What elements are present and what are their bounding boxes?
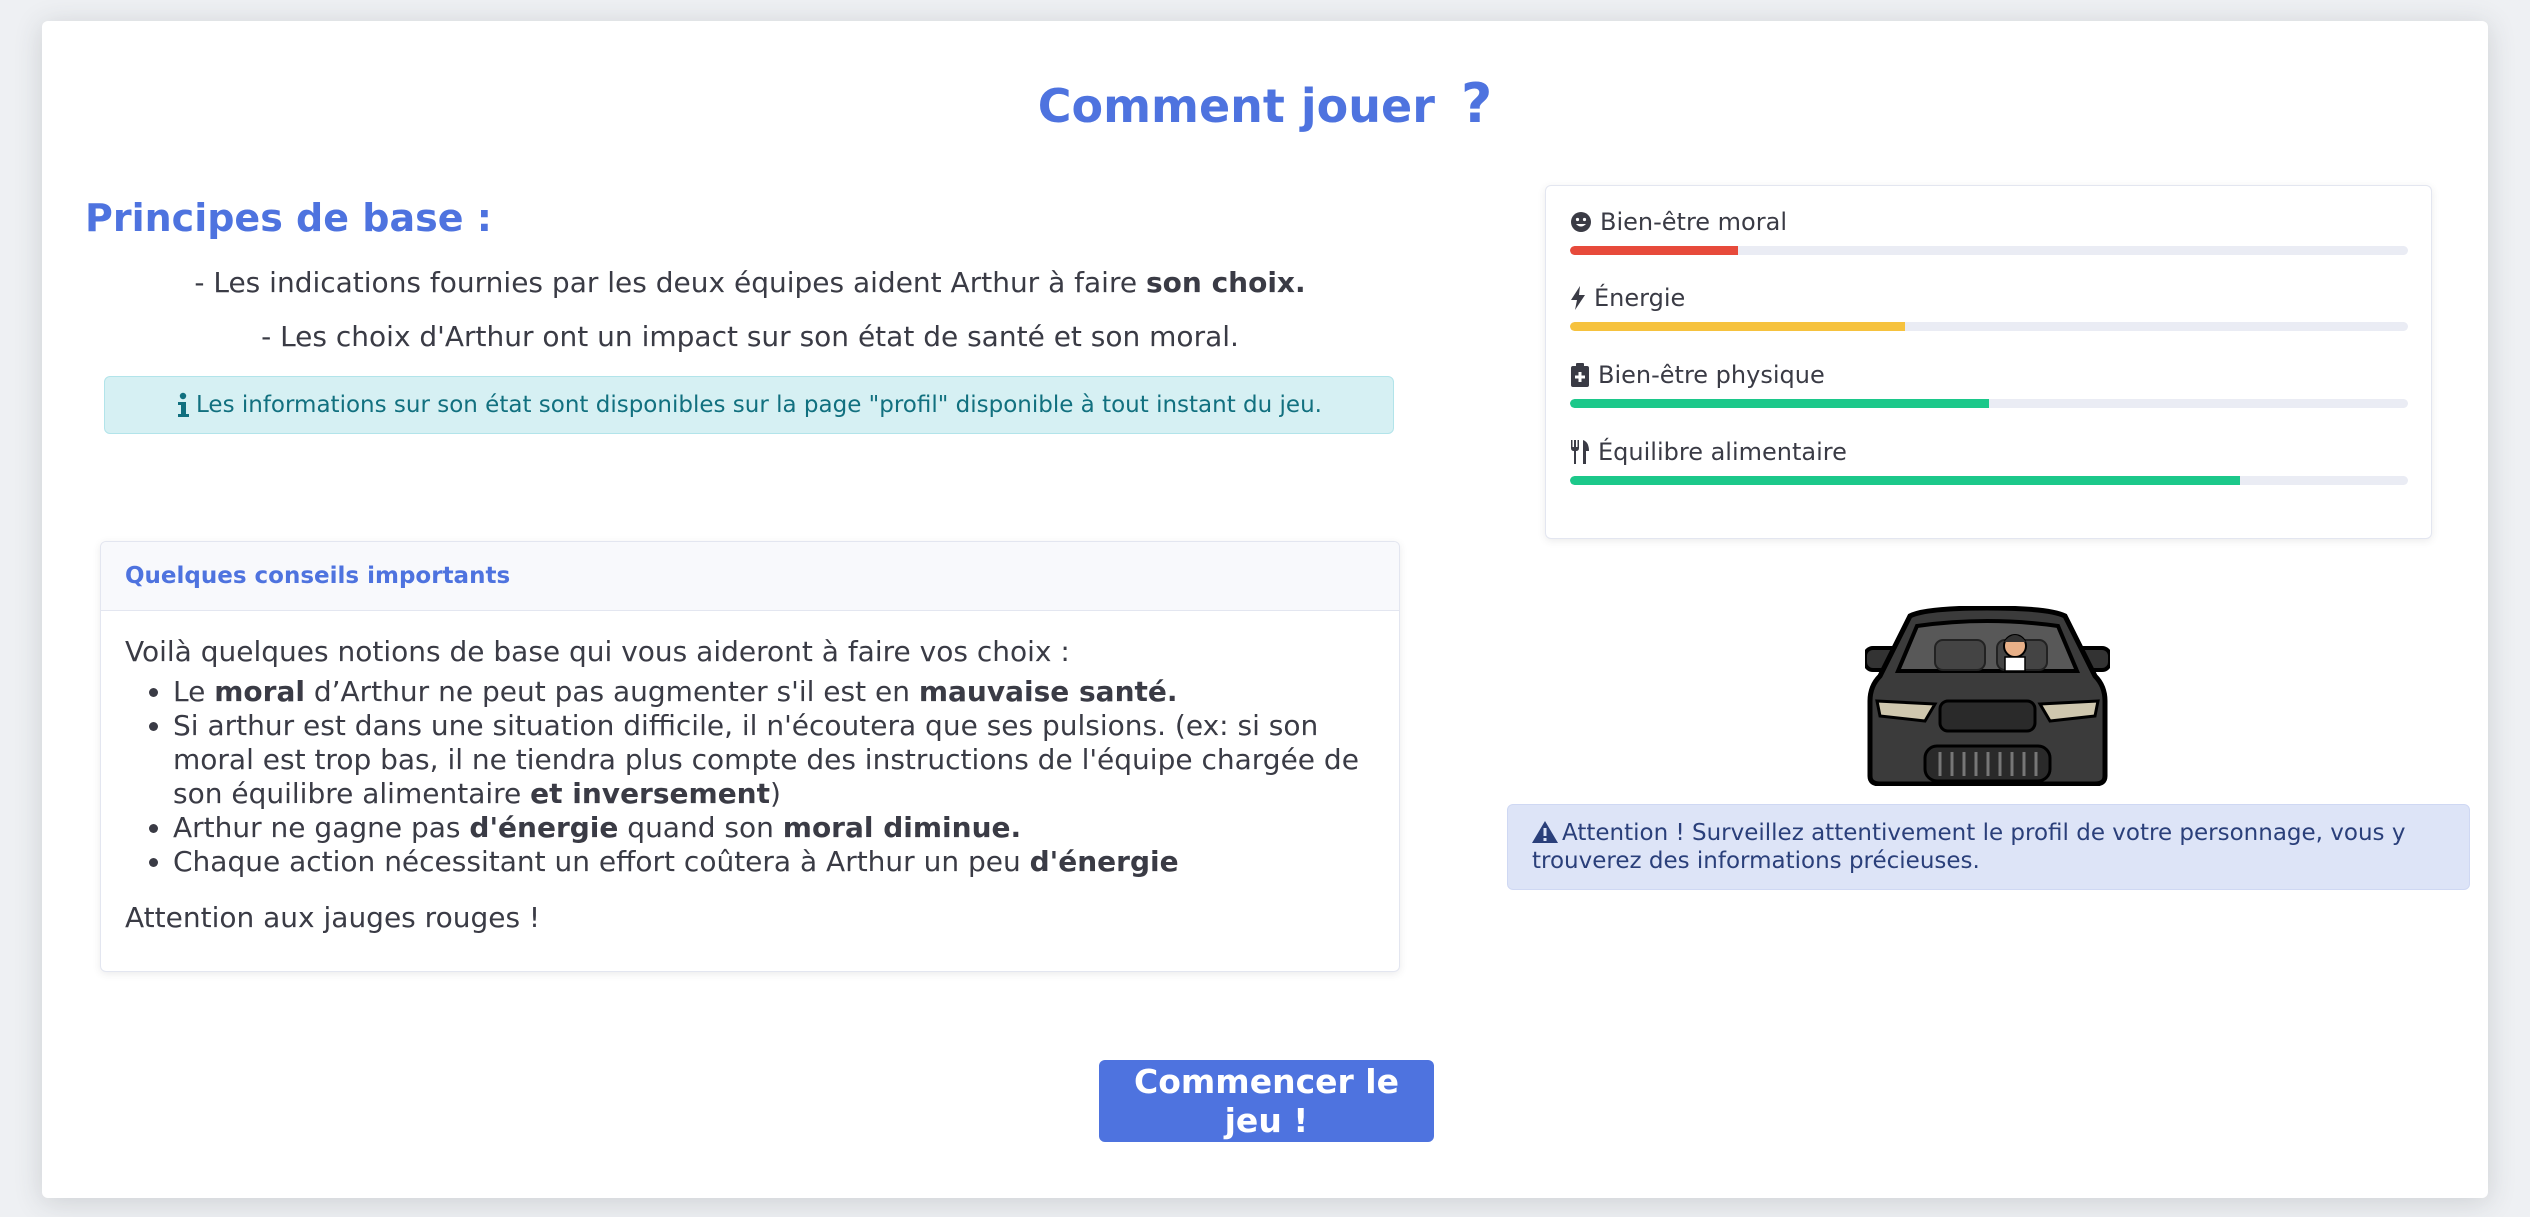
principle-line-1: - Les indications fournies par les deux … (194, 266, 1306, 299)
start-game-button[interactable]: Commencer le jeu ! (1099, 1060, 1434, 1142)
stat-moral: Bien-être moral (1570, 208, 2408, 255)
utensils-icon (1571, 440, 1589, 464)
info-alert: Les informations sur son état sont dispo… (104, 376, 1394, 434)
tips-outro: Attention aux jauges rouges ! (125, 901, 541, 934)
stat-label: Équilibre alimentaire (1598, 438, 1847, 466)
progress-track (1570, 399, 2408, 408)
question-mark-icon: ? (1460, 72, 1493, 135)
progress-fill (1570, 322, 1906, 331)
list-item: Si arthur est dans une situation diffici… (173, 709, 1375, 811)
progress-track (1570, 322, 2408, 331)
warning-triangle-icon (1532, 821, 1558, 843)
stat-label: Bien-être physique (1598, 361, 1825, 389)
car-with-driver-illustration (1865, 606, 2110, 786)
tips-intro: Voilà quelques notions de base qui vous … (125, 635, 1070, 668)
stat-label: Bien-être moral (1600, 208, 1787, 236)
info-icon (178, 392, 190, 417)
progress-fill (1570, 476, 2241, 485)
progress-fill (1570, 399, 1989, 408)
tips-card-body: Voilà quelques notions de base qui vous … (101, 611, 1399, 959)
stat-energy: Énergie (1570, 284, 2408, 331)
page-title: Comment jouer ? (1037, 72, 1493, 135)
stats-card: Bien-être moral Énergie Bien-être physiq… (1545, 185, 2432, 539)
stat-physical: Bien-être physique (1570, 361, 2408, 408)
smiley-icon (1571, 212, 1591, 232)
info-alert-text: Les informations sur son état sont dispo… (196, 392, 1322, 418)
progress-track (1570, 476, 2408, 485)
warning-alert: Attention ! Surveillez attentivement le … (1507, 804, 2470, 890)
medical-clipboard-icon (1571, 363, 1589, 387)
tips-list: Le moral d’Arthur ne peut pas augmenter … (125, 675, 1375, 879)
principle-line-2: - Les choix d'Arthur ont un impact sur s… (261, 320, 1239, 353)
stat-food: Équilibre alimentaire (1570, 438, 2408, 485)
list-item: Arthur ne gagne pas d'énergie quand son … (173, 811, 1375, 845)
tips-card-header: Quelques conseils importants (101, 542, 1399, 611)
principles-heading: Principes de base : (85, 196, 492, 240)
lightning-icon (1571, 286, 1585, 310)
list-item: Chaque action nécessitant un effort coût… (173, 845, 1375, 879)
warning-text: Attention ! Surveillez attentivement le … (1532, 820, 2406, 874)
progress-fill (1570, 246, 1738, 255)
list-item: Le moral d’Arthur ne peut pas augmenter … (173, 675, 1375, 709)
tips-card: Quelques conseils importants Voilà quelq… (100, 541, 1400, 972)
progress-track (1570, 246, 2408, 255)
stat-label: Énergie (1594, 284, 1686, 312)
